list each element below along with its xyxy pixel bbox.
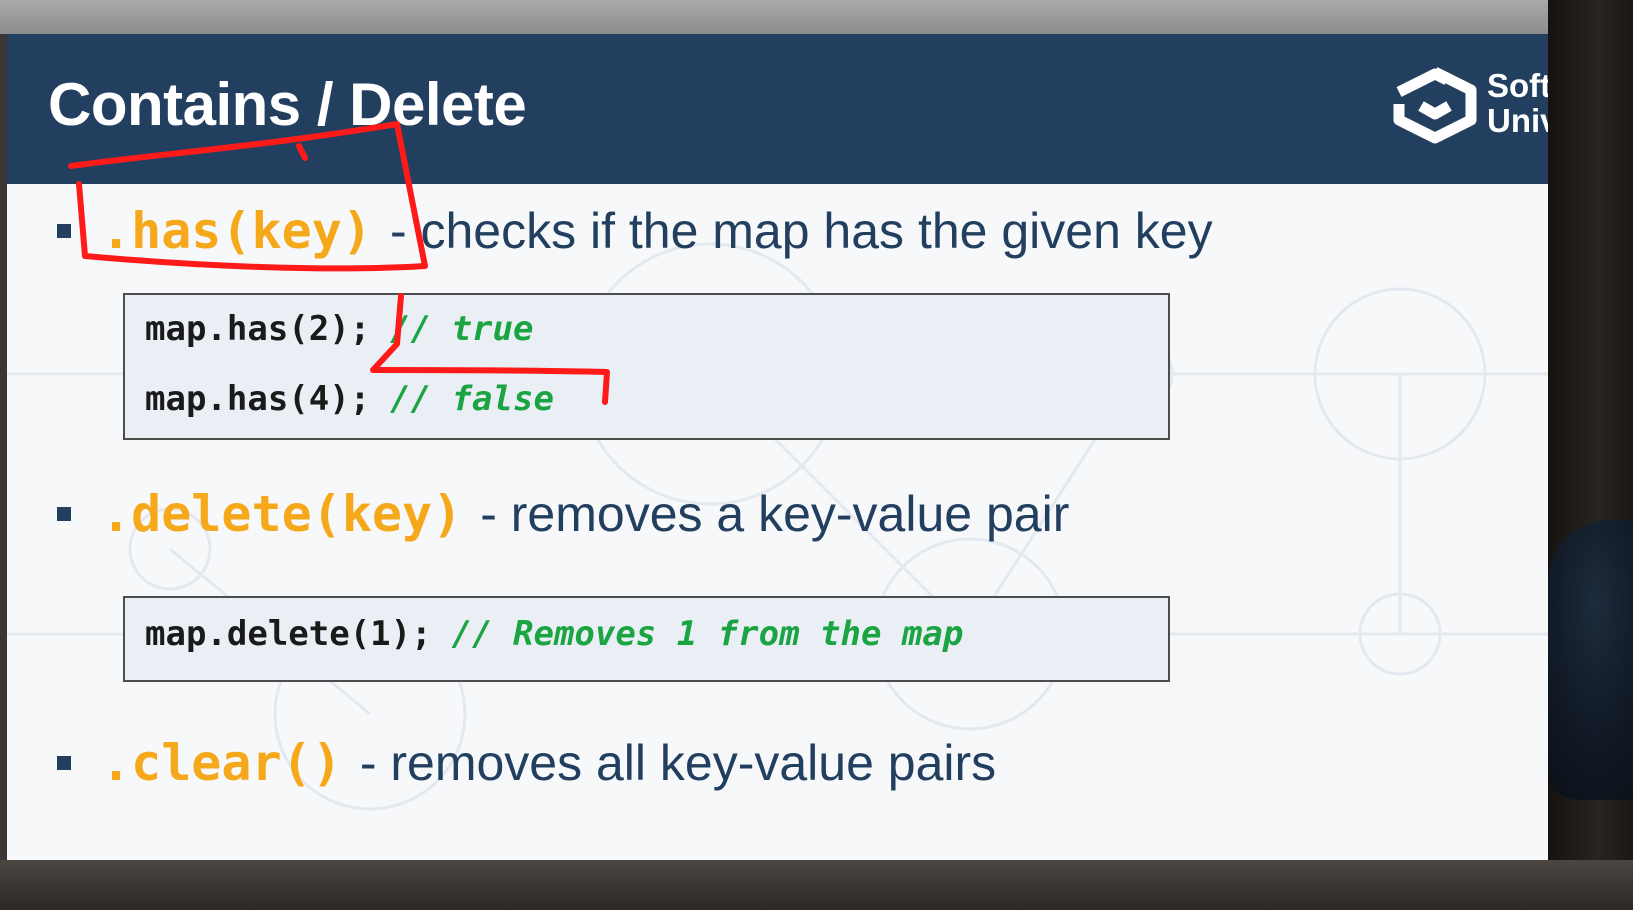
code-comment: // Removes 1 from the map xyxy=(451,614,964,654)
code-text: map.has(2); xyxy=(145,309,371,349)
description-delete: - removes a key-value pair xyxy=(480,486,1070,542)
presentation-slide: Contains / Delete Soft Univ .has(key) - … xyxy=(7,34,1548,860)
bullet-has: .has(key) - checks if the map has the gi… xyxy=(57,202,1213,260)
room-background-bottom xyxy=(0,860,1633,910)
description-has: - checks if the map has the given key xyxy=(389,203,1213,259)
bullet-square-icon xyxy=(57,507,71,521)
slide-title: Contains / Delete xyxy=(48,71,527,138)
code-comment: // false xyxy=(390,379,554,419)
logo-text-line-1: Soft xyxy=(1487,67,1548,104)
slide-header: Contains / Delete Soft Univ xyxy=(7,34,1548,184)
softuni-logo: Soft Univ xyxy=(1387,64,1548,144)
code-block-delete: map.delete(1); // Removes 1 from the map xyxy=(123,596,1170,682)
bullet-square-icon xyxy=(57,756,71,770)
code-comment: // true xyxy=(390,309,534,349)
code-text: map.delete(1); xyxy=(145,614,432,654)
code-line: map.has(2); // true xyxy=(145,309,533,349)
description-clear: - removes all key-value pairs xyxy=(359,735,997,791)
room-background-top xyxy=(0,0,1633,34)
code-block-has: map.has(2); // true map.has(4); // false xyxy=(123,293,1170,440)
code-line: map.has(4); // false xyxy=(145,379,554,419)
method-delete: .delete(key) xyxy=(101,485,463,543)
logo-text: Soft Univ xyxy=(1487,68,1548,138)
bullet-square-icon xyxy=(57,224,71,238)
bullet-clear: .clear() - removes all key-value pairs xyxy=(57,734,996,792)
method-has: .has(key) xyxy=(101,202,372,260)
presenter-figure xyxy=(1548,520,1633,800)
code-text: map.has(4); xyxy=(145,379,371,419)
bullet-delete: .delete(key) - removes a key-value pair xyxy=(57,485,1069,543)
softuni-logo-icon xyxy=(1393,67,1477,144)
code-line: map.delete(1); // Removes 1 from the map xyxy=(145,614,963,654)
method-clear: .clear() xyxy=(101,734,342,792)
logo-text-line-2: Univ xyxy=(1487,102,1548,139)
